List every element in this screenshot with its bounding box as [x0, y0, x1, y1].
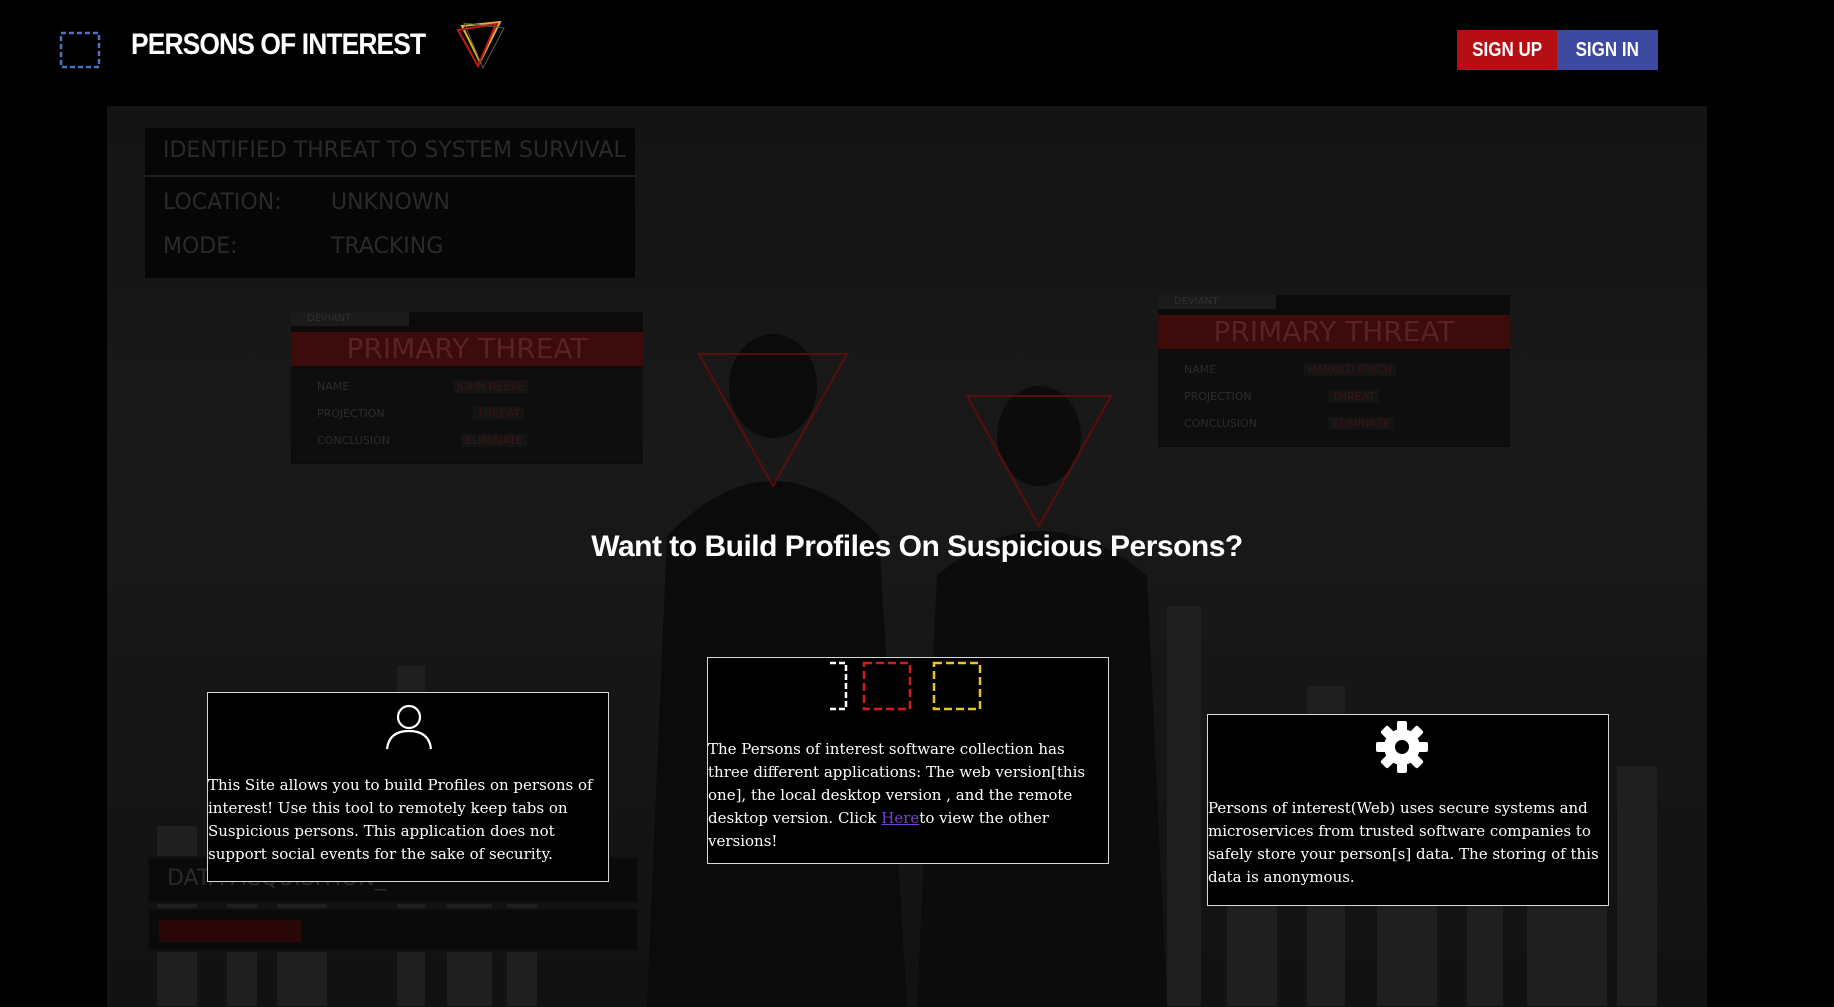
sign-in-button[interactable]: SIGN IN [1557, 30, 1658, 70]
profile-body: NAME HAROLD FINCH PROJECTION THREAT CONC… [1158, 351, 1510, 445]
info-card-about: This Site allows you to build Profiles o… [207, 692, 609, 882]
page-headline: Want to Build Profiles On Suspicious Per… [591, 530, 1243, 563]
profile-tag: DEVIANT [1158, 295, 1276, 309]
profile-card-right: DEVIANT PRIMARY THREAT NAME HAROLD FINCH… [1158, 295, 1510, 447]
profile-card-left: DEVIANT PRIMARY THREAT NAME JOHN REESE P… [291, 312, 643, 464]
sign-up-button[interactable]: SIGN UP [1457, 30, 1557, 70]
remote-desktop-version-icon[interactable] [931, 660, 983, 712]
info-card-text: The Persons of interest software collect… [708, 738, 1104, 853]
profile-line-value: THREAT [1328, 390, 1379, 403]
profile-tag: DEVIANT [291, 312, 409, 326]
threat-location-value: UNKNOWN [331, 190, 450, 215]
threat-location-label: LOCATION: [163, 190, 282, 215]
info-card-security: Persons of interest(Web) uses secure sys… [1207, 714, 1609, 906]
profile-body: NAME JOHN REESE PROJECTION THREAT CONCLU… [291, 368, 643, 462]
threat-mode-value: TRACKING [331, 234, 444, 259]
profile-line-value: JOHN REESE [453, 380, 529, 393]
threat-panel-title: IDENTIFIED THREAT TO SYSTEM SURVIVAL [163, 138, 626, 163]
info-card-versions: The Persons of interest software collect… [707, 657, 1109, 864]
profile-line-label: CONCLUSION [1184, 417, 1257, 430]
profile-heading: PRIMARY THREAT [291, 332, 643, 366]
data-acquisition-progress-fill [159, 920, 301, 942]
app-versions-icons [826, 660, 996, 714]
bracket-square-icon[interactable] [58, 30, 102, 70]
desktop-version-icon[interactable] [861, 660, 913, 712]
profile-line-label: PROJECTION [317, 407, 385, 420]
brand-title[interactable]: PERSONS OF INTEREST [131, 28, 426, 62]
profile-line-value: THREAT [473, 407, 524, 420]
profile-line-label: NAME [1184, 363, 1217, 376]
gear-icon [1376, 721, 1428, 773]
user-outline-icon [385, 704, 433, 750]
profile-line-label: NAME [317, 380, 350, 393]
profile-line-label: PROJECTION [1184, 390, 1252, 403]
threat-panel-divider [145, 175, 635, 177]
profile-line-label: CONCLUSION [317, 434, 390, 447]
web-version-icon[interactable] [826, 660, 850, 712]
threat-mode-label: MODE: [163, 234, 238, 259]
here-link[interactable]: Here [881, 809, 919, 827]
inverted-triangle-icon [456, 20, 505, 70]
page: IDENTIFIED THREAT TO SYSTEM SURVIVAL LOC… [0, 0, 1834, 1007]
threat-panel: IDENTIFIED THREAT TO SYSTEM SURVIVAL LOC… [145, 128, 635, 278]
info-card-text: Persons of interest(Web) uses secure sys… [1208, 799, 1599, 886]
info-card-text: This Site allows you to build Profiles o… [208, 776, 593, 863]
profile-line-value: HAROLD FINCH [1304, 363, 1396, 376]
data-acquisition-progress [147, 908, 639, 952]
profile-heading: PRIMARY THREAT [1158, 315, 1510, 349]
profile-line-value: ELIMINATE [461, 434, 527, 447]
profile-line-value: ELIMINATE [1328, 417, 1394, 430]
